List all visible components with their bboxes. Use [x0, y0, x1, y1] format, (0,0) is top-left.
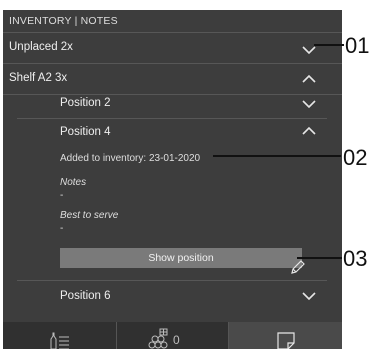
best-to-serve-value: - [60, 223, 64, 234]
tab-bottles[interactable]: 0 [117, 322, 228, 349]
row-position-2[interactable]: Position 2 [3, 88, 342, 119]
chevron-up-icon[interactable] [302, 74, 316, 84]
bottles-icon [148, 328, 168, 349]
row-shelf-label: Shelf A2 3x [9, 72, 68, 84]
notes-value: - [60, 190, 64, 201]
row-position-4[interactable]: Position 4 [3, 117, 342, 148]
callout-line [297, 257, 342, 259]
bottle-list-icon [50, 332, 69, 349]
pencil-icon[interactable] [289, 258, 307, 276]
callout-line [213, 155, 341, 157]
chevron-down-icon[interactable] [302, 99, 316, 109]
inventory-panel: INVENTORY | NOTES Unplaced 2x Shelf A2 3… [3, 10, 342, 349]
panel-title: INVENTORY | NOTES [9, 15, 118, 27]
row-position-6-label: Position 6 [60, 290, 111, 302]
chevron-up-icon[interactable] [302, 126, 316, 136]
row-position-6[interactable]: Position 6 [3, 281, 342, 312]
notes-label: Notes [60, 177, 87, 188]
callout-03: 03 [343, 246, 368, 271]
row-unplaced[interactable]: Unplaced 2x [3, 32, 342, 63]
bottles-count: 0 [173, 333, 180, 347]
row-unplaced-label: Unplaced 2x [9, 41, 73, 53]
chevron-down-icon[interactable] [302, 291, 316, 301]
row-position-2-label: Position 2 [60, 97, 111, 109]
callout-line [314, 44, 344, 46]
added-to-inventory-text: Added to inventory: 23-01-2020 [60, 153, 201, 164]
note-icon [277, 332, 295, 349]
row-position-4-label: Position 4 [60, 126, 111, 138]
callout-02: 02 [343, 145, 368, 170]
callout-01: 01 [345, 33, 370, 58]
chevron-down-icon[interactable] [302, 45, 316, 55]
tab-inventory-list[interactable] [3, 322, 116, 349]
tab-notes[interactable] [229, 322, 342, 349]
best-to-serve-label: Best to serve [60, 210, 119, 221]
show-position-button[interactable]: Show position [60, 248, 302, 268]
bottom-tab-bar: 0 [3, 322, 342, 349]
